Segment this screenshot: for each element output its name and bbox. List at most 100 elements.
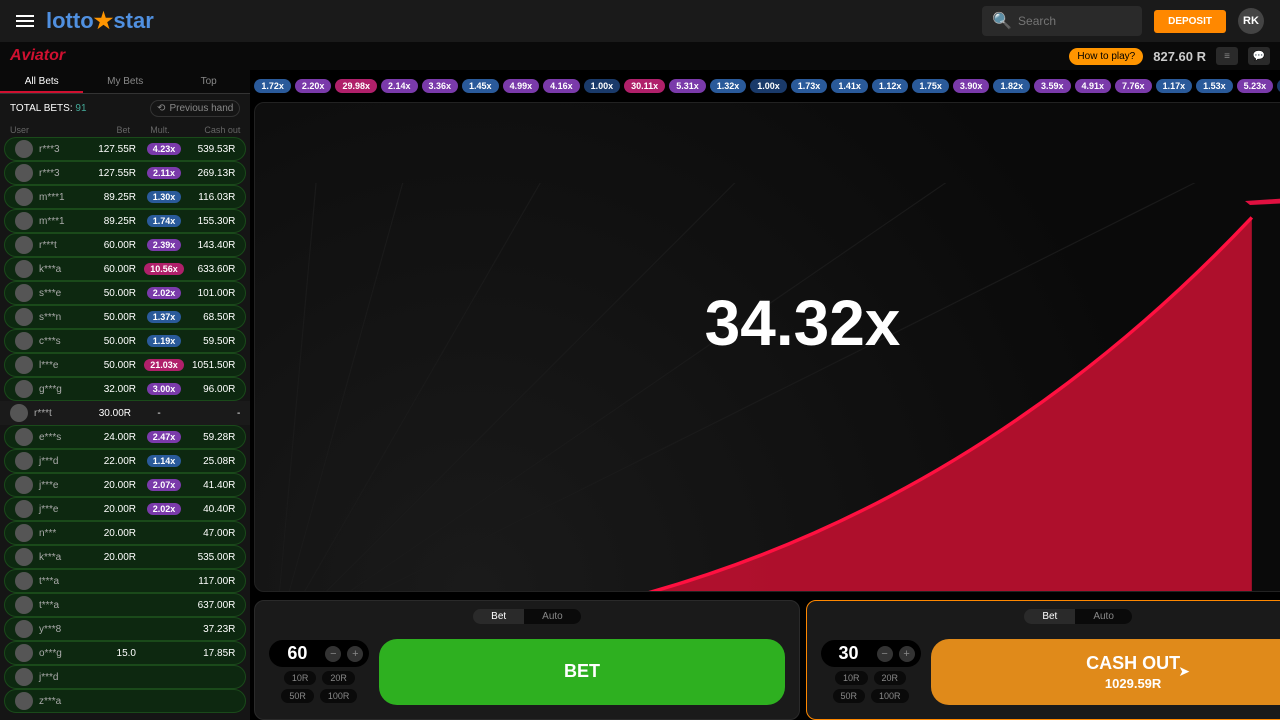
table-row: m***189.25R1.74x155.30R bbox=[4, 209, 246, 233]
row-cashout: 41.40R bbox=[192, 480, 235, 491]
tab-my-bets[interactable]: My Bets bbox=[83, 70, 166, 93]
row-user: n*** bbox=[39, 528, 81, 539]
row-mult: 10.56x bbox=[136, 263, 192, 275]
bet-button[interactable]: BET bbox=[379, 639, 784, 705]
previous-hand-button[interactable]: ⟲Previous hand bbox=[150, 100, 240, 117]
tab-top[interactable]: Top bbox=[167, 70, 250, 93]
row-user: e***s bbox=[39, 432, 81, 443]
tab-all-bets[interactable]: All Bets bbox=[0, 70, 83, 93]
table-row: g***g32.00R3.00x96.00R bbox=[4, 377, 246, 401]
history-pill[interactable]: 1.53x bbox=[1196, 79, 1233, 93]
row-cashout: 633.60R bbox=[192, 264, 235, 275]
deposit-button[interactable]: DEPOSIT bbox=[1154, 10, 1226, 33]
header-user: User bbox=[10, 125, 70, 135]
bet-panel-2: Bet Auto 30 − + 10R 20R bbox=[806, 600, 1280, 720]
history-pill[interactable]: 1.75x bbox=[912, 79, 949, 93]
history-pill[interactable]: 4.16x bbox=[543, 79, 580, 93]
history-pill[interactable]: 1.17x bbox=[1156, 79, 1193, 93]
table-row: j***d22.00R1.14x25.08R bbox=[4, 449, 246, 473]
row-cashout: 116.03R bbox=[192, 192, 235, 203]
sidebar-tabs: All Bets My Bets Top bbox=[0, 70, 250, 94]
panel1-quick-100[interactable]: 100R bbox=[320, 689, 358, 703]
panel2-plus-button[interactable]: + bbox=[899, 646, 915, 662]
history-pill[interactable]: 2.14x bbox=[381, 79, 418, 93]
bet-panel-1: Bet Auto 60 − + 10R 20R bbox=[254, 600, 799, 720]
total-bets-label: TOTAL BETS: bbox=[10, 103, 73, 114]
avatar bbox=[15, 548, 33, 566]
history-pill[interactable]: 30.11x bbox=[624, 79, 665, 93]
panel1-quick-20[interactable]: 20R bbox=[322, 671, 355, 685]
row-user: t***a bbox=[39, 600, 81, 611]
table-row: s***e50.00R2.02x101.00R bbox=[4, 281, 246, 305]
panel2-quick-100[interactable]: 100R bbox=[871, 689, 909, 703]
game-title: Aviator bbox=[10, 47, 65, 65]
panel1-tab-auto[interactable]: Auto bbox=[524, 609, 581, 624]
panel1-quick-50[interactable]: 50R bbox=[281, 689, 314, 703]
table-row: l***e50.00R21.03x1051.50R bbox=[4, 353, 246, 377]
row-bet: 20.00R bbox=[81, 480, 136, 491]
avatar bbox=[15, 644, 33, 662]
history-pill[interactable]: 2.20x bbox=[295, 79, 332, 93]
avatar bbox=[15, 164, 33, 182]
history-pill[interactable]: 5.23x bbox=[1237, 79, 1274, 93]
plane-icon bbox=[1240, 183, 1280, 213]
history-pill[interactable]: 1.12x bbox=[872, 79, 909, 93]
menu-icon[interactable]: ≡ bbox=[1216, 47, 1238, 65]
row-user: j***e bbox=[39, 504, 81, 515]
history-pill[interactable]: 3.36x bbox=[422, 79, 459, 93]
history-pill[interactable]: 4.99x bbox=[503, 79, 540, 93]
panel1-quick-10[interactable]: 10R bbox=[284, 671, 317, 685]
row-mult: 2.02x bbox=[136, 287, 192, 299]
row-mult: 1.74x bbox=[136, 215, 192, 227]
row-user: r***t bbox=[39, 240, 81, 251]
search-input[interactable]: 🔍 bbox=[982, 6, 1142, 36]
panel2-quick-20[interactable]: 20R bbox=[874, 671, 907, 685]
panel2-tab-bet[interactable]: Bet bbox=[1024, 609, 1075, 624]
row-mult: 2.47x bbox=[136, 431, 192, 443]
cashout-button[interactable]: CASH OUT 1029.59R bbox=[931, 639, 1280, 705]
row-bet: 24.00R bbox=[81, 432, 136, 443]
menu-icon[interactable] bbox=[16, 15, 34, 27]
total-bets-count: 91 bbox=[75, 103, 86, 114]
history-pill[interactable]: 1.73x bbox=[791, 79, 828, 93]
row-user: y***8 bbox=[39, 624, 81, 635]
row-user: o***g bbox=[39, 648, 81, 659]
history-pill[interactable]: 7.76x bbox=[1115, 79, 1152, 93]
panel2-minus-button[interactable]: − bbox=[877, 646, 893, 662]
panel2-tab-auto[interactable]: Auto bbox=[1075, 609, 1132, 624]
chat-icon[interactable]: 💬 bbox=[1248, 47, 1270, 65]
history-pill[interactable]: 1.32x bbox=[710, 79, 747, 93]
history-pill[interactable]: 3.90x bbox=[953, 79, 990, 93]
row-bet: 15.0 bbox=[81, 648, 136, 659]
logo[interactable]: lotto★star bbox=[46, 8, 154, 34]
row-user: m***1 bbox=[39, 192, 81, 203]
avatar bbox=[15, 380, 33, 398]
history-pill[interactable]: 5.31x bbox=[669, 79, 706, 93]
table-row: t***a637.00R bbox=[4, 593, 246, 617]
avatar bbox=[15, 332, 33, 350]
history-pill[interactable]: 1.41x bbox=[831, 79, 868, 93]
avatar[interactable]: RK bbox=[1238, 8, 1264, 34]
history-pill[interactable]: 1.72x bbox=[254, 79, 291, 93]
history-pill[interactable]: 3.59x bbox=[1034, 79, 1071, 93]
history-pill[interactable]: 1.00x bbox=[584, 79, 621, 93]
panel2-quick-50[interactable]: 50R bbox=[833, 689, 866, 703]
avatar bbox=[15, 692, 33, 710]
how-to-play-button[interactable]: How to play? bbox=[1069, 48, 1143, 65]
history-pill[interactable]: 1.45x bbox=[462, 79, 499, 93]
row-user: r***t bbox=[34, 408, 76, 419]
panel1-minus-button[interactable]: − bbox=[325, 646, 341, 662]
history-pill[interactable]: 1.82x bbox=[993, 79, 1030, 93]
history-pill[interactable]: 4.91x bbox=[1075, 79, 1112, 93]
history-pill[interactable]: 29.98x bbox=[335, 79, 377, 93]
panel2-quick-10[interactable]: 10R bbox=[835, 671, 868, 685]
history-pill[interactable]: 1.00x bbox=[750, 79, 787, 93]
table-row: j***e20.00R2.02x40.40R bbox=[4, 497, 246, 521]
table-row: s***n50.00R1.37x68.50R bbox=[4, 305, 246, 329]
game-canvas: 34.32x bbox=[254, 102, 1280, 592]
panel1-plus-button[interactable]: + bbox=[347, 646, 363, 662]
history-icon: ⟲ bbox=[157, 103, 165, 114]
panel1-tab-bet[interactable]: Bet bbox=[473, 609, 524, 624]
row-cashout: 143.40R bbox=[192, 240, 235, 251]
table-row: k***a60.00R10.56x633.60R bbox=[4, 257, 246, 281]
